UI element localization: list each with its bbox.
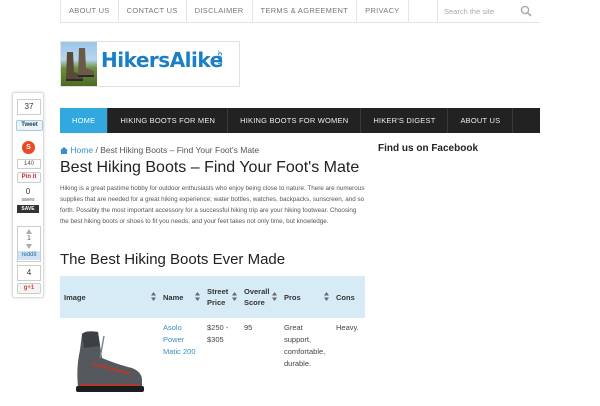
top-nav-terms[interactable]: TERMS & AGREEMENT — [251, 0, 357, 22]
social-share-bar: 37 Tweet S 140 Pin it 0 saves SAVE 1 red… — [12, 92, 44, 298]
gplus-button[interactable]: g+1 — [17, 283, 41, 294]
col-header-price[interactable]: Street Price — [203, 276, 240, 318]
breadcrumb-current: Best Hiking Boots – Find Your Foot's Mat… — [100, 145, 260, 155]
sort-icon[interactable] — [151, 292, 156, 301]
breadcrumb-home-link[interactable]: Home — [70, 145, 93, 155]
col-header-cons-label: Cons — [336, 292, 355, 302]
intro-paragraph: Hiking is a great pastime hobby for outd… — [60, 185, 365, 225]
comparison-table: Image Name Street Price Overall Score Pr… — [60, 276, 365, 406]
col-header-cons[interactable]: Cons — [332, 276, 365, 318]
sort-icon[interactable] — [272, 292, 277, 301]
col-header-score-label: Overall Score — [244, 287, 270, 307]
top-bar: ABOUT US CONTACT US DISCLAIMER TERMS & A… — [60, 0, 540, 23]
sort-icon[interactable] — [232, 292, 237, 301]
main-nav-digest[interactable]: HIKER'S DIGEST — [361, 108, 449, 133]
main-nav-home[interactable]: HOME — [60, 108, 109, 133]
product-name-link[interactable]: Asolo Power Matic 200 — [163, 323, 196, 356]
search-icon[interactable] — [520, 5, 532, 17]
col-header-image-label: Image — [64, 292, 86, 302]
save-count: 0 — [25, 187, 31, 196]
col-header-pros[interactable]: Pros — [280, 276, 332, 318]
table-row: Asolo Power Matic 200 $250 - $305 95 Gre… — [60, 318, 365, 406]
col-header-image[interactable]: Image — [60, 276, 159, 318]
stumbleupon-icon[interactable]: S — [22, 141, 35, 154]
main-nav-about[interactable]: ABOUT US — [448, 108, 514, 133]
gplus-count: 4 — [17, 265, 41, 281]
top-nav-about-us[interactable]: ABOUT US — [60, 0, 118, 22]
price-cell: $250 - $305 — [207, 323, 229, 344]
pros-cell: Great support, comfortable, durable. — [284, 323, 326, 368]
reddit-widget[interactable]: 1 reddit — [17, 226, 41, 262]
save-button[interactable]: SAVE — [17, 205, 39, 213]
hiking-boot-image[interactable] — [70, 328, 150, 398]
col-header-pros-label: Pros — [284, 292, 301, 302]
logo-text: HikersAlike — [101, 48, 223, 72]
top-nav: ABOUT US CONTACT US DISCLAIMER TERMS & A… — [60, 0, 409, 22]
top-nav-disclaimer[interactable]: DISCLAIMER — [185, 0, 252, 22]
logo-suffix: .com — [216, 50, 223, 67]
search-input[interactable] — [444, 3, 514, 19]
home-icon[interactable] — [60, 146, 68, 154]
top-nav-contact-us[interactable]: CONTACT US — [117, 0, 186, 22]
share-count: 37 — [17, 99, 41, 115]
breadcrumb: Home / Best Hiking Boots – Find Your Foo… — [60, 145, 259, 155]
logo-boots-image — [61, 42, 97, 86]
main-nav: HOME HIKING BOOTS FOR MEN HIKING BOOTS F… — [60, 108, 540, 133]
product-image-cell — [60, 318, 159, 406]
search-box — [437, 0, 540, 22]
breadcrumb-separator: / — [95, 145, 98, 155]
upvote-icon[interactable] — [26, 229, 32, 234]
cons-cell: Heavy. — [336, 323, 359, 332]
score-cell: 95 — [244, 323, 253, 332]
col-header-price-label: Street Price — [207, 287, 229, 307]
sort-icon[interactable] — [195, 292, 200, 301]
reddit-count: 1 — [27, 235, 31, 242]
save-sub-label: saves — [21, 197, 35, 203]
site-logo[interactable]: HikersAlike .com — [60, 41, 240, 87]
reddit-label: reddit — [18, 251, 40, 260]
col-header-score[interactable]: Overall Score — [240, 276, 280, 318]
main-nav-men[interactable]: HIKING BOOTS FOR MEN — [108, 108, 229, 133]
pin-it-button[interactable]: Pin it — [17, 172, 41, 183]
col-header-name[interactable]: Name — [159, 276, 203, 318]
downvote-icon[interactable] — [26, 244, 32, 249]
table-header-row: Image Name Street Price Overall Score Pr… — [60, 276, 365, 318]
section-title: The Best Hiking Boots Ever Made — [60, 251, 286, 268]
stumble-count: 140 — [17, 159, 41, 169]
top-nav-privacy[interactable]: PRIVACY — [356, 0, 409, 22]
col-header-name-label: Name — [163, 292, 184, 302]
page-title: Best Hiking Boots – Find Your Foot's Mat… — [60, 159, 360, 176]
sidebar-facebook-title: Find us on Facebook — [378, 143, 479, 154]
sort-icon[interactable] — [324, 292, 329, 301]
main-nav-women[interactable]: HIKING BOOTS FOR WOMEN — [228, 108, 362, 133]
tweet-button[interactable]: Tweet — [16, 120, 43, 131]
